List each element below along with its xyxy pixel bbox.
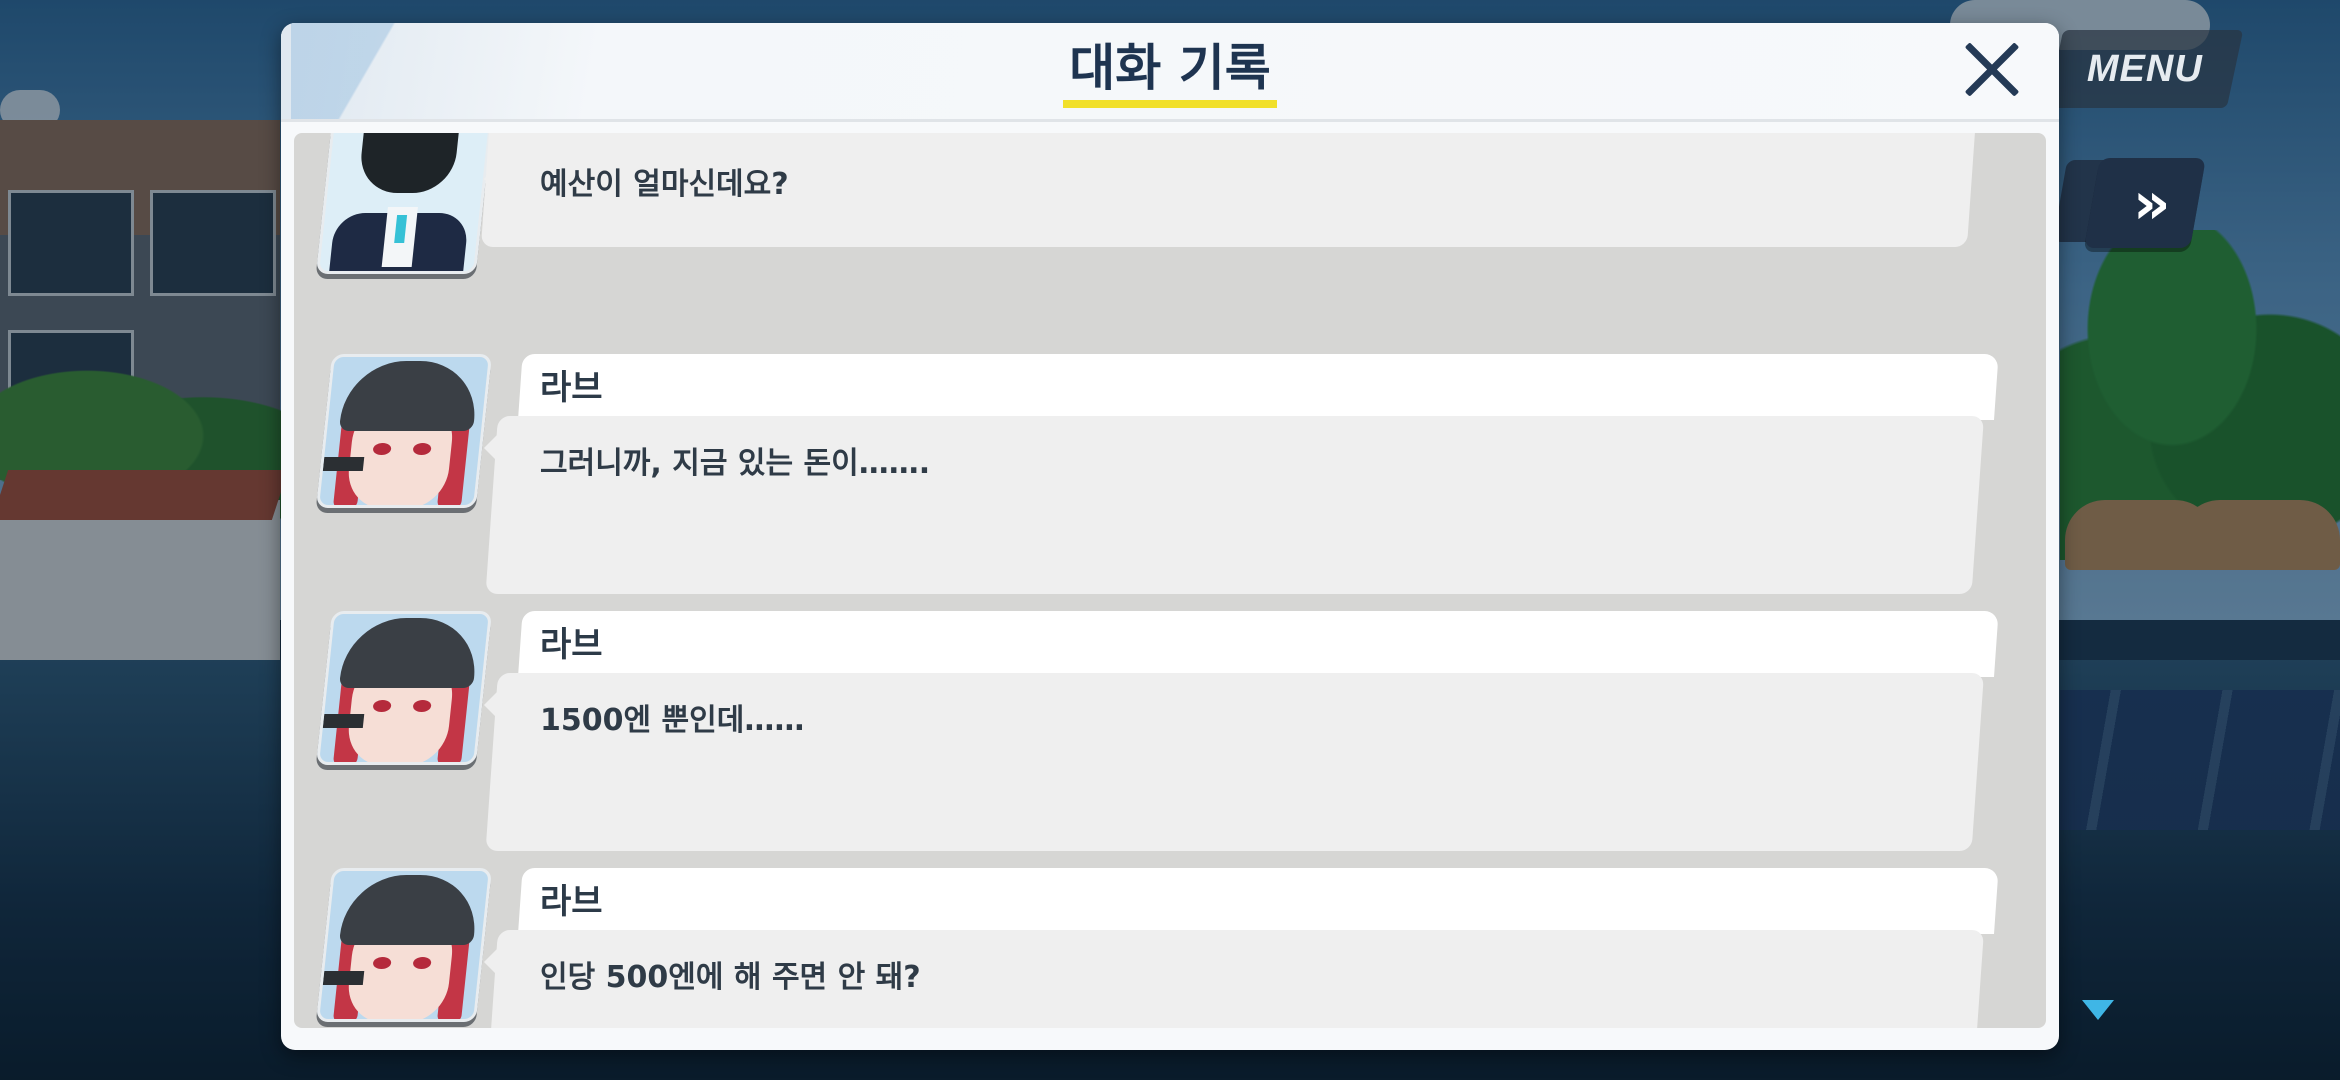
dialogue-log-dialog: 대화 기록 예산이 얼마신데요? 라브 그러니까, 지금 있는 돈이……. 라브… <box>281 23 2059 1050</box>
speaker-name: 라브 <box>540 882 603 922</box>
log-entry: 라브 인당 500엔에 해 주면 안 돼? <box>294 868 2046 1028</box>
avatar <box>315 133 493 274</box>
message-card: 라브 인당 500엔에 해 주면 안 돼? <box>484 868 1999 1028</box>
message-text: 1500엔 뿐인데…… <box>540 703 805 738</box>
message-text: 그러니까, 지금 있는 돈이……. <box>540 446 931 481</box>
triangle-down-icon <box>2082 1000 2114 1020</box>
avatar <box>315 354 493 508</box>
message-text: 예산이 얼마신데요? <box>540 167 789 202</box>
avatar <box>315 868 493 1022</box>
close-icon[interactable] <box>1961 39 2023 101</box>
fast-forward-icon: » <box>2133 169 2157 237</box>
message-card: 라브 그러니까, 지금 있는 돈이……. <box>484 354 1999 594</box>
message-card: 예산이 얼마신데요? <box>480 133 1994 247</box>
menu-button[interactable]: MENU <box>2046 30 2244 108</box>
log-entry: 라브 1500엔 뿐인데…… <box>294 611 2046 851</box>
log-entry: 라브 그러니까, 지금 있는 돈이……. <box>294 354 2046 594</box>
avatar <box>315 611 493 765</box>
speaker-name: 라브 <box>540 368 603 408</box>
message-text: 인당 500엔에 해 주면 안 돼? <box>540 960 921 995</box>
dialog-title: 대화 기록 <box>1063 41 1277 108</box>
log-entry: 예산이 얼마신데요? <box>294 133 2046 274</box>
message-card: 라브 1500엔 뿐인데…… <box>484 611 1999 851</box>
log-list[interactable]: 예산이 얼마신데요? 라브 그러니까, 지금 있는 돈이……. 라브 1500엔… <box>294 133 2046 1028</box>
dialog-header: 대화 기록 <box>281 23 2059 122</box>
skip-button[interactable]: » <box>2084 158 2206 248</box>
menu-label: MENU <box>2087 47 2203 90</box>
speaker-name: 라브 <box>540 625 603 665</box>
